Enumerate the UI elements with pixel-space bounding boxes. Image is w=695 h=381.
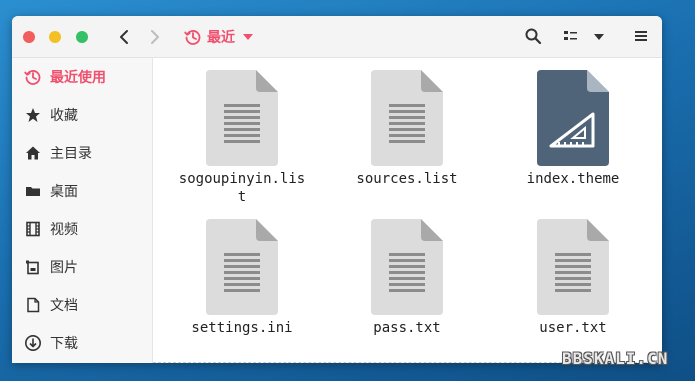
file-name: pass.txt: [373, 320, 441, 336]
file-item[interactable]: user.txt: [508, 219, 638, 337]
view-mode-icon[interactable]: [562, 27, 580, 45]
hamburger-menu-icon[interactable]: [632, 27, 650, 45]
sidebar-item-recent[interactable]: 最近使用: [12, 58, 152, 96]
search-icon[interactable]: [524, 27, 542, 45]
sidebar-item-desktop[interactable]: 桌面: [12, 172, 152, 210]
text-file-icon: [371, 70, 443, 166]
download-icon: [25, 335, 41, 351]
sidebar-item-videos[interactable]: 视频: [12, 210, 152, 248]
chevron-down-icon: [243, 34, 253, 40]
close-window-button[interactable]: [23, 31, 35, 43]
file-name: index.theme: [526, 171, 620, 187]
file-name: settings.ini: [191, 320, 293, 336]
sidebar-item-favorites[interactable]: 收藏: [12, 96, 152, 134]
location-breadcrumb[interactable]: 最近: [184, 26, 253, 48]
file-item[interactable]: sources.list: [342, 70, 472, 188]
sidebar-item-label: 图片: [50, 260, 78, 276]
view-options-chevron-icon[interactable]: [594, 34, 604, 40]
minimize-window-button[interactable]: [49, 31, 61, 43]
sidebar-item-home[interactable]: 主目录: [12, 134, 152, 172]
clock-history-icon: [24, 70, 41, 85]
watermark-text: BBSKALI.CN: [562, 349, 669, 368]
file-manager-window: 最近 最近使用 收藏 主目录 桌面 视频 图片 文档 下载 sogoupinyi…: [12, 16, 662, 363]
text-file-icon: [371, 219, 443, 315]
file-item[interactable]: pass.txt: [342, 219, 472, 337]
star-icon: [26, 108, 40, 122]
location-label: 最近: [207, 30, 235, 46]
folder-icon: [26, 187, 40, 196]
document-icon: [27, 297, 40, 313]
forward-arrow-icon[interactable]: [144, 26, 166, 48]
file-item[interactable]: sogoupinyin.list: [177, 70, 307, 206]
file-item[interactable]: settings.ini: [177, 219, 307, 337]
sidebar-item-label: 最近使用: [50, 70, 106, 86]
theme-file-icon: [537, 70, 609, 166]
sidebar-item-downloads[interactable]: 下载: [12, 324, 152, 362]
text-file-icon: [206, 70, 278, 166]
text-file-icon: [206, 219, 278, 315]
toolbar: 最近: [12, 16, 662, 58]
maximize-window-button[interactable]: [76, 31, 88, 43]
sidebar-item-label: 主目录: [50, 146, 92, 162]
sidebar-item-label: 桌面: [50, 184, 78, 200]
text-file-icon: [537, 219, 609, 315]
home-icon: [26, 146, 40, 160]
film-icon: [26, 221, 40, 237]
back-arrow-icon[interactable]: [113, 26, 135, 48]
picture-icon: [26, 260, 39, 275]
sidebar-item-label: 文档: [50, 298, 78, 314]
clock-history-icon: [184, 30, 201, 45]
sidebar-item-pictures[interactable]: 图片: [12, 248, 152, 286]
file-name: sources.list: [356, 171, 458, 187]
sidebar: 最近使用 收藏 主目录 桌面 视频 图片 文档 下载: [12, 58, 153, 363]
sidebar-item-label: 收藏: [50, 108, 78, 124]
file-name: user.txt: [539, 320, 607, 336]
sidebar-item-label: 视频: [50, 222, 78, 238]
file-grid: sogoupinyin.list sources.list index.them…: [153, 58, 662, 363]
sidebar-item-documents[interactable]: 文档: [12, 286, 152, 324]
sidebar-item-label: 下载: [50, 336, 78, 352]
file-name: sogoupinyin.list: [178, 171, 306, 205]
file-item[interactable]: index.theme: [508, 70, 638, 188]
